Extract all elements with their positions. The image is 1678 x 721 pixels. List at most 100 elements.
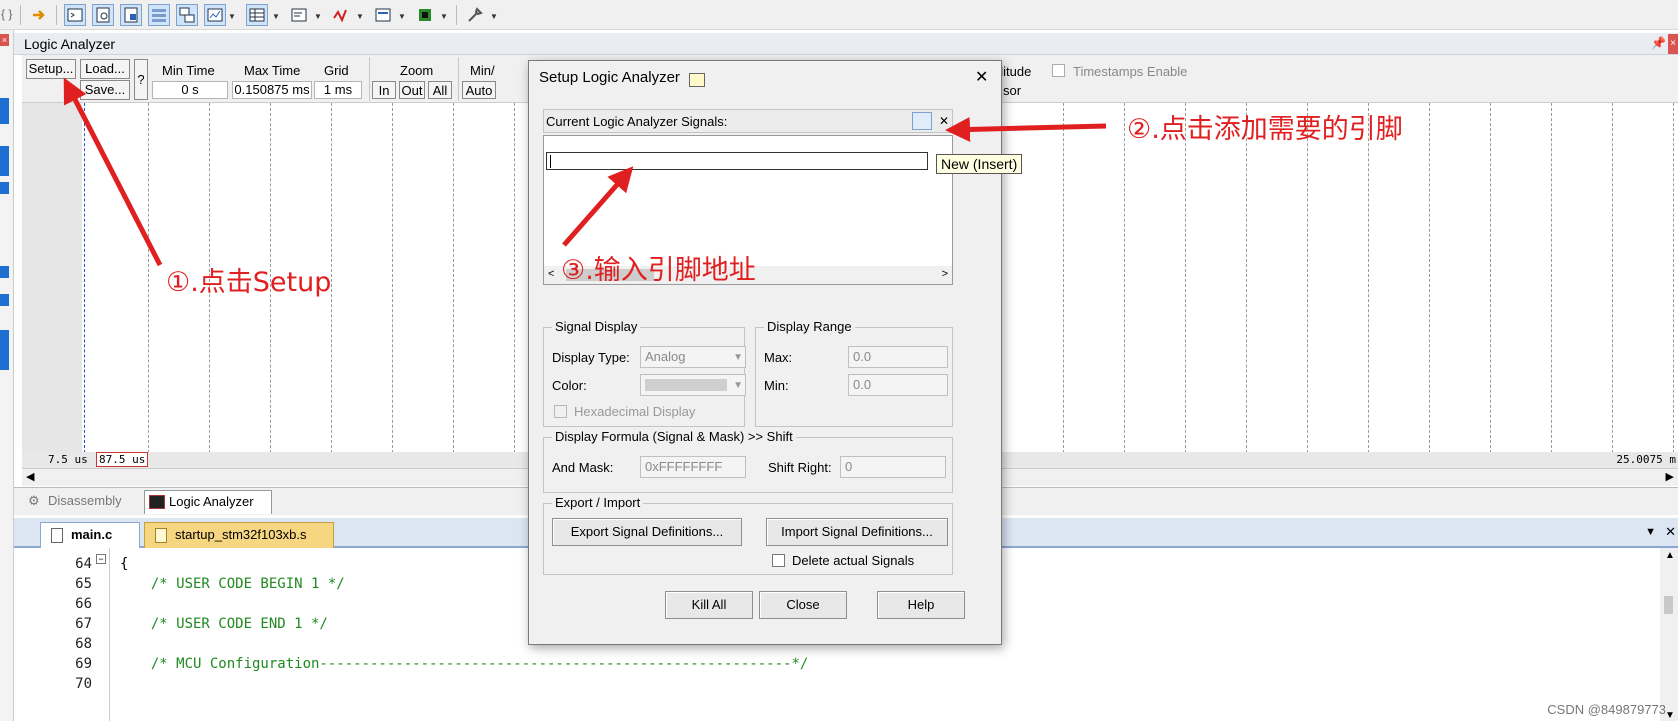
delete-signals-checkbox[interactable]: [772, 554, 785, 567]
serial-window-icon[interactable]: [288, 4, 310, 26]
toolbox-dropdown-icon[interactable]: ▼: [490, 12, 498, 21]
grid-label: Grid: [324, 63, 349, 78]
delete-signal-icon[interactable]: ✕: [936, 112, 952, 130]
min-time-label: Min Time: [162, 63, 215, 78]
code-line[interactable]: {: [120, 556, 128, 572]
signals-scroll-right-icon[interactable]: >: [942, 268, 948, 280]
tab-startup-file[interactable]: startup_stm32f103xb.s: [144, 522, 334, 548]
annotation-step1: ①.点击Setup: [166, 267, 332, 298]
save-button[interactable]: Save...: [80, 80, 130, 100]
tab-logic-analyzer[interactable]: Logic Analyzer: [144, 490, 272, 514]
close-panel-icon[interactable]: ×: [0, 34, 9, 46]
minmax-label: Min/: [470, 63, 495, 78]
timestamps-label: Timestamps Enable: [1073, 64, 1188, 79]
load-button[interactable]: Load...: [80, 59, 130, 79]
import-signals-button[interactable]: Import Signal Definitions...: [766, 518, 948, 546]
system-viewer-icon[interactable]: [414, 4, 436, 26]
dialog-close-button[interactable]: ✕: [975, 67, 988, 87]
watch-window-icon[interactable]: [204, 4, 226, 26]
shift-right-input[interactable]: 0: [840, 456, 946, 478]
tab-disassembly[interactable]: ⚙ Disassembly: [24, 490, 144, 514]
code-line[interactable]: /* USER CODE END 1 */: [134, 616, 328, 632]
registers-window-icon[interactable]: [148, 4, 170, 26]
hex-display-checkbox[interactable]: [554, 405, 567, 418]
export-signals-button[interactable]: Export Signal Definitions...: [552, 518, 742, 546]
trace-dropdown-icon[interactable]: ▼: [398, 12, 406, 21]
line-number: 65: [75, 576, 92, 592]
min-label: Min:: [764, 378, 789, 393]
c-file-icon: [51, 528, 63, 543]
zoom-in-button[interactable]: In: [372, 81, 396, 99]
max-time-value: 0.150875 ms: [232, 81, 312, 99]
watch-dropdown-icon[interactable]: ▼: [228, 12, 236, 21]
signals-scroll-left-icon[interactable]: <: [548, 268, 554, 280]
color-select[interactable]: ▼: [640, 374, 746, 396]
memory-window-icon[interactable]: [246, 4, 268, 26]
display-type-select[interactable]: Analog ▼: [640, 346, 746, 368]
analysis-dropdown-icon[interactable]: ▼: [356, 12, 364, 21]
help-question-button[interactable]: ?: [134, 59, 148, 100]
time-cursor-line[interactable]: [84, 103, 85, 453]
auto-button[interactable]: Auto: [462, 81, 496, 99]
kill-all-button[interactable]: Kill All: [665, 591, 753, 619]
analysis-window-icon[interactable]: [330, 4, 352, 26]
delete-signals-label: Delete actual Signals: [792, 553, 915, 568]
serial-dropdown-icon[interactable]: ▼: [314, 12, 322, 21]
scroll-down-icon[interactable]: ▼: [1665, 710, 1675, 721]
color-dropdown-icon[interactable]: ▼: [733, 376, 743, 396]
grid-line: [1063, 103, 1064, 453]
display-formula-title: Display Formula (Signal & Mask) >> Shift: [552, 429, 796, 444]
signals-label: Current Logic Analyzer Signals:: [546, 114, 728, 129]
vertical-scrollbar[interactable]: ▲ ▼: [1660, 548, 1678, 721]
command-window-icon[interactable]: [64, 4, 86, 26]
fold-toggle-icon[interactable]: −: [96, 554, 106, 564]
close-editor-icon[interactable]: ✕: [1665, 524, 1676, 540]
setup-logic-analyzer-dialog: Setup Logic Analyzer ✕ Current Logic Ana…: [528, 60, 1002, 645]
code-line[interactable]: /* USER CODE BEGIN 1 */: [134, 576, 345, 592]
line-number: 64: [75, 556, 92, 572]
grid-line: [392, 103, 393, 453]
display-type-dropdown-icon[interactable]: ▼: [733, 348, 743, 368]
pin-icon[interactable]: 📌: [1651, 36, 1666, 50]
timestamps-checkbox[interactable]: [1052, 64, 1065, 77]
line-number: 68: [75, 636, 92, 652]
grid-line: [1612, 103, 1613, 453]
left-panel-strip: ×: [0, 30, 14, 721]
call-stack-icon[interactable]: [176, 4, 198, 26]
max-input[interactable]: 0.0: [848, 346, 948, 368]
zoom-out-button[interactable]: Out: [399, 81, 425, 99]
grid-line: [453, 103, 454, 453]
scroll-right-icon[interactable]: ▶: [1666, 470, 1674, 483]
run-to-cursor-icon[interactable]: [28, 4, 50, 26]
signal-address-input[interactable]: [546, 152, 928, 170]
zoom-all-button[interactable]: All: [428, 81, 452, 99]
help-button[interactable]: Help: [877, 591, 965, 619]
and-mask-input[interactable]: 0xFFFFFFFF: [640, 456, 746, 478]
setup-button[interactable]: Setup...: [26, 59, 76, 79]
trace-window-icon[interactable]: [372, 4, 394, 26]
logic-analyzer-tab-icon: [149, 495, 165, 509]
display-range-group: Display Range Max: 0.0 Min: 0.0: [755, 319, 953, 427]
logic-analyzer-title: Logic Analyzer: [14, 33, 1678, 55]
symbols-window-icon[interactable]: [120, 4, 142, 26]
grid-line: [148, 103, 149, 453]
line-number: 70: [75, 676, 92, 692]
code-line[interactable]: /* MCU Configuration--------------------…: [134, 656, 808, 672]
system-viewer-dropdown-icon[interactable]: ▼: [440, 12, 448, 21]
memory-dropdown-icon[interactable]: ▼: [272, 12, 280, 21]
toolbox-icon[interactable]: [464, 4, 486, 26]
panel-close-icon[interactable]: ×: [1668, 34, 1678, 54]
close-button[interactable]: Close: [759, 591, 847, 619]
time-right-label: 25.0075 m: [1616, 453, 1676, 466]
disassembly-window-icon[interactable]: [92, 4, 114, 26]
tab-list-dropdown-icon[interactable]: ▼: [1645, 526, 1656, 538]
scroll-thumb[interactable]: [1664, 596, 1673, 614]
scroll-up-icon[interactable]: ▲: [1665, 550, 1675, 561]
scroll-left-icon[interactable]: ◀: [26, 470, 34, 483]
tab-main-c[interactable]: main.c: [40, 522, 140, 548]
new-signal-icon[interactable]: [912, 112, 932, 130]
min-input[interactable]: 0.0: [848, 374, 948, 396]
grid-line: [1307, 103, 1308, 453]
line-number: 69: [75, 656, 92, 672]
dialog-title-icon: [689, 73, 705, 87]
